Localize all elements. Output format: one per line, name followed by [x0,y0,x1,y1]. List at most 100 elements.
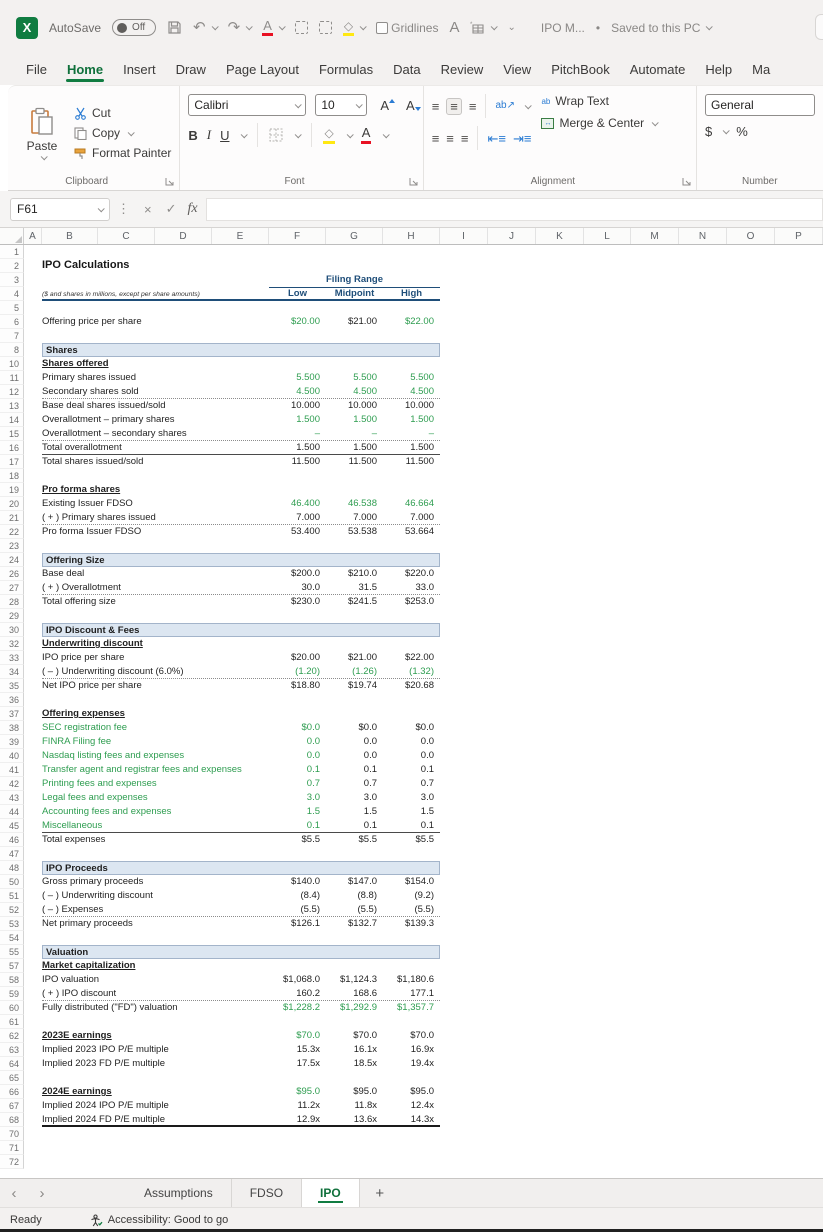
paste-button[interactable]: Paste [16,94,68,172]
font-size-select[interactable]: 10 [315,94,367,116]
value-cell[interactable]: $1,292.9 [326,1001,383,1015]
align-bottom-button[interactable]: ≡ [469,100,477,113]
row-header-46[interactable]: 46 [0,833,24,847]
value-cell[interactable]: 1.500 [326,413,383,427]
column-header-P[interactable]: P [775,228,823,244]
menu-tab-formulas[interactable]: Formulas [309,56,383,85]
font-color-ribbon-dropdown-icon[interactable] [383,131,390,138]
row-header-51[interactable]: 51 [0,889,24,903]
row-header-10[interactable]: 10 [0,357,24,371]
paste-dropdown-icon[interactable] [41,153,48,160]
value-cell[interactable]: $147.0 [326,875,383,889]
row-header-64[interactable]: 64 [0,1057,24,1071]
row-label-cell[interactable]: Net primary proceeds [42,917,133,931]
excel-logo-icon[interactable]: X [16,17,38,39]
row-label-cell[interactable]: Implied 2023 FD P/E multiple [42,1057,165,1071]
cut-button[interactable]: Cut [74,106,171,120]
value-cell[interactable]: $20.00 [269,315,326,329]
value-cell[interactable]: $19.74 [326,679,383,693]
value-cell[interactable]: 30.0 [269,581,326,595]
row-label-cell[interactable]: Existing Issuer FDSO [42,497,133,511]
value-cell[interactable]: 0.7 [383,777,440,791]
row-label-cell[interactable]: Miscellaneous [42,819,102,833]
menu-tab-file[interactable]: File [16,56,57,85]
value-cell[interactable]: 5.500 [383,371,440,385]
value-cell[interactable]: $210.0 [326,567,383,581]
row-header-30[interactable]: 30 [0,623,24,637]
row-label-cell[interactable]: Offering expenses [42,707,125,721]
column-header-M[interactable]: M [631,228,679,244]
increase-indent-button[interactable]: ⇥≡ [513,132,531,145]
value-cell[interactable]: $220.0 [383,567,440,581]
row-header-63[interactable]: 63 [0,1043,24,1057]
row-header-12[interactable]: 12 [0,385,24,399]
value-cell[interactable]: $140.0 [269,875,326,889]
menu-tab-view[interactable]: View [493,56,541,85]
value-cell[interactable]: $70.0 [269,1029,326,1043]
column-header-K[interactable]: K [536,228,584,244]
copy-dropdown-icon[interactable] [128,129,135,136]
marquee-button[interactable] [295,21,308,34]
row-header-47[interactable]: 47 [0,847,24,861]
value-cell[interactable]: $0.0 [383,721,440,735]
value-cell[interactable]: 16.9x [383,1043,440,1057]
value-cell[interactable]: 5.500 [269,371,326,385]
row-label-cell[interactable]: Market capitalization [42,959,135,973]
row-header-61[interactable]: 61 [0,1015,24,1029]
row-header-55[interactable]: 55 [0,945,24,959]
align-right-button[interactable]: ≡ [461,132,469,145]
row-header-21[interactable]: 21 [0,511,24,525]
row-header-8[interactable]: 8 [0,343,24,357]
value-cell[interactable]: $126.1 [269,917,326,931]
merge-center-dropdown-icon[interactable] [652,119,659,126]
value-cell[interactable]: 177.1 [383,987,440,1001]
number-format-select[interactable]: General [705,94,815,116]
row-label-cell[interactable]: ( – ) Expenses [42,903,103,917]
autosave-toggle[interactable]: Off [112,19,156,36]
align-top-button[interactable]: ≡ [432,100,440,113]
row-header-28[interactable]: 28 [0,595,24,609]
percent-style-button[interactable]: % [736,124,748,139]
value-cell[interactable]: $20.68 [383,679,440,693]
row-label-cell[interactable]: Implied 2023 IPO P/E multiple [42,1043,169,1057]
value-cell[interactable]: 0.1 [326,763,383,777]
row-label-cell[interactable]: Total expenses [42,833,105,847]
menu-tab-automate[interactable]: Automate [620,56,696,85]
row-header-66[interactable]: 66 [0,1085,24,1099]
alignment-dialog-launcher-icon[interactable] [682,177,691,186]
row-header-58[interactable]: 58 [0,973,24,987]
row-label-cell[interactable]: Total offering size [42,595,116,609]
row-label-cell[interactable]: Fully distributed ("FD") valuation [42,1001,178,1015]
value-cell[interactable]: 0.1 [383,819,440,833]
fill-color-dropdown-icon[interactable] [360,23,367,30]
prev-sheet-button[interactable]: ‹ [0,1179,28,1207]
sheet-tab-fdso[interactable]: FDSO [232,1179,302,1207]
copy-button[interactable]: Copy [74,126,171,140]
row-label-cell[interactable]: Primary shares issued [42,371,136,385]
row-label-cell[interactable]: Accounting fees and expenses [42,805,171,819]
value-cell[interactable]: 0.0 [383,749,440,763]
row-header-52[interactable]: 52 [0,903,24,917]
menu-tab-page-layout[interactable]: Page Layout [216,56,309,85]
value-cell[interactable]: 46.664 [383,497,440,511]
row-header-3[interactable]: 3 [0,273,24,287]
row-header-43[interactable]: 43 [0,791,24,805]
value-cell[interactable]: $241.5 [326,595,383,609]
fill-color-button[interactable]: ◇ [343,19,365,36]
row-header-29[interactable]: 29 [0,609,24,623]
column-header-G[interactable]: G [326,228,383,244]
row-header-54[interactable]: 54 [0,931,24,945]
column-header-F[interactable]: F [269,228,326,244]
font-color-button[interactable]: A [262,19,284,36]
row-label-cell[interactable]: ( – ) Underwriting discount (6.0%) [42,665,184,679]
orientation-dropdown-icon[interactable] [525,102,532,109]
row-header-35[interactable]: 35 [0,679,24,693]
row-label-cell[interactable]: 2023E earnings [42,1029,112,1043]
value-cell[interactable]: $95.0 [383,1085,440,1099]
row-header-42[interactable]: 42 [0,777,24,791]
enter-icon[interactable]: ✓ [166,201,177,217]
row-header-48[interactable]: 48 [0,861,24,875]
row-label-cell[interactable]: 2024E earnings [42,1085,112,1099]
row-header-36[interactable]: 36 [0,693,24,707]
borders-button[interactable] [269,128,283,142]
